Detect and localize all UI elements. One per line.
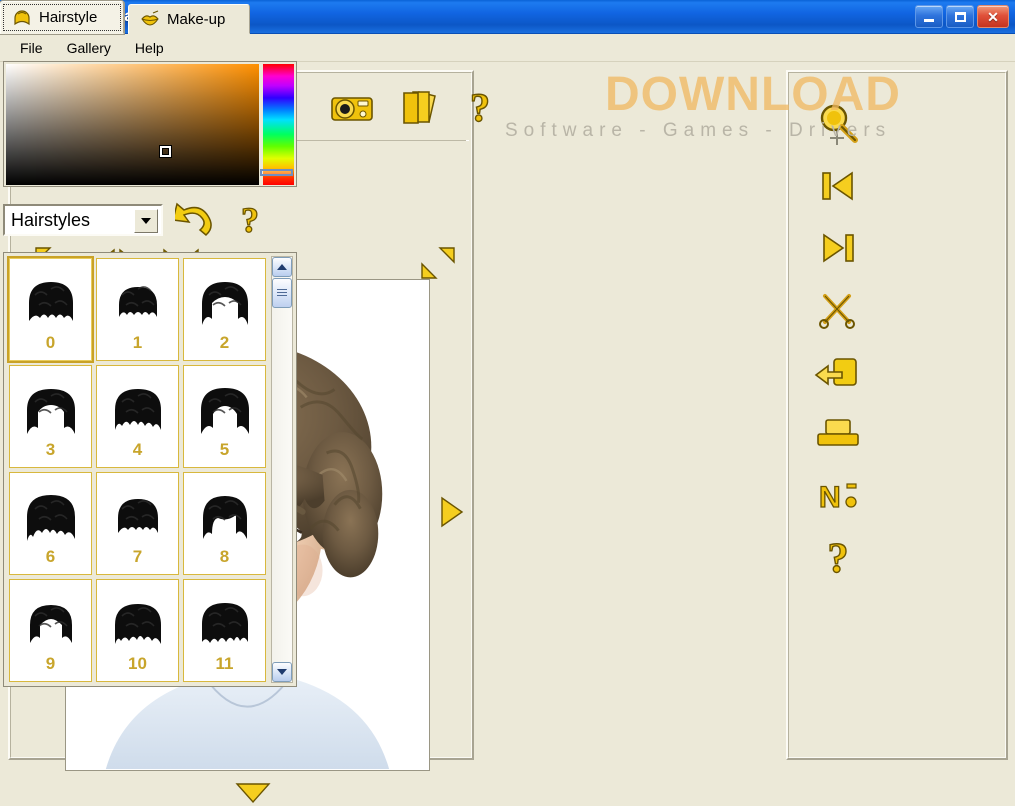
window-controls: ✕ [915,5,1015,28]
minimize-button[interactable] [915,5,943,28]
hairstyle-thumb-spiky-curly-icon [97,366,178,440]
hairstyle-thumb-side-part-icon [184,473,265,547]
scroll-thumb[interactable] [272,278,292,308]
hairstyle-number: 10 [128,654,147,673]
hairstyle-thumb-smooth-bob-icon [10,580,91,654]
menu-bar: File Gallery Help [0,34,1015,62]
hairstyle-number: 7 [132,547,143,566]
hairstyle-number: 5 [219,440,230,459]
hairstyle-number: 4 [132,440,143,459]
hairstyle-number: 9 [45,654,56,673]
svg-text:?: ? [470,86,490,130]
hairstyle-thumb-curly-long-icon [10,366,91,440]
lips-icon [139,8,161,30]
help-button[interactable]: ? [463,85,497,131]
hairstyle-number: 8 [219,547,230,566]
hairstyle-cell-3[interactable]: 3 [9,365,92,468]
hairstyle-number: 0 [45,333,56,352]
hairstyle-thumb-fringe-bob-icon [184,259,265,333]
hairstyle-grid-container: 0 1 2 3 4 5 6 7 8 9 10 11 [3,252,297,687]
grid-scrollbar[interactable] [271,256,293,683]
hairstyle-cell-2[interactable]: 2 [183,258,266,361]
menu-item-help[interactable]: Help [123,37,176,59]
hairstyle-cell-6[interactable]: 6 [9,472,92,575]
close-button[interactable]: ✕ [977,5,1009,28]
tab-makeup-label: Make-up [167,10,226,28]
print-button[interactable] [810,406,866,462]
hairstyle-cell-1[interactable]: 1 [96,258,179,361]
hairstyle-cell-9[interactable]: 9 [9,579,92,682]
svg-text:?: ? [828,536,849,581]
nudge-right-button[interactable] [434,490,468,534]
scroll-up-arrow[interactable] [272,257,292,277]
resize-diagonal-right-button[interactable] [414,242,460,284]
svg-text:?: ? [241,201,259,239]
scissors-cut-button[interactable] [810,282,866,338]
sv-cursor[interactable] [159,145,173,159]
hairstyle-grid: 0 1 2 3 4 5 6 7 8 9 10 11 [7,256,268,683]
hairstyle-cell-11[interactable]: 11 [183,579,266,682]
right-panel: N ? [786,70,1008,760]
camera-capture-button[interactable] [329,85,375,131]
category-selector-row: Hairstyles ? [3,200,297,240]
hairstyle-number: 11 [215,654,234,673]
right-help-button[interactable]: ? [810,530,866,586]
panel-help-button[interactable]: ? [229,201,271,239]
hairstyle-cell-0[interactable]: 0 [9,258,92,361]
center-panel: Hairstyle Make-up Hairstyles ? 0 1 2 3 4… [0,0,300,690]
hairstyle-thumb-curly-crop-icon [97,580,178,654]
hairstyle-thumb-curly-volume-icon [184,366,265,440]
hairstyle-cell-4[interactable]: 4 [96,365,179,468]
gallery-cards-button[interactable] [397,85,441,131]
hairstyle-cell-10[interactable]: 10 [96,579,179,682]
hair-icon [11,7,33,29]
tab-hairstyle-label: Hairstyle [39,9,98,26]
hairstyle-cell-8[interactable]: 8 [183,472,266,575]
hairstyle-number: 1 [132,333,143,352]
hairstyle-thumb-short-bob-icon [97,259,178,333]
category-dropdown-value: Hairstyles [11,209,91,230]
undo-button[interactable] [175,201,217,239]
hairstyle-number: 6 [45,547,56,566]
hairstyle-number: 2 [219,333,230,352]
color-picker [3,61,297,187]
hairstyle-thumb-wavy-short-icon [97,473,178,547]
import-button[interactable] [810,344,866,400]
hairstyle-thumb-afro-fringe-icon [10,473,91,547]
zoom-tool-button[interactable] [810,96,866,152]
next-item-button[interactable] [810,220,866,276]
tab-hairstyle[interactable]: Hairstyle [0,1,124,34]
menu-item-file[interactable]: File [8,37,55,59]
hue-cursor[interactable] [260,168,293,176]
first-item-button[interactable] [810,158,866,214]
tab-makeup[interactable]: Make-up [128,4,250,34]
hairstyle-cell-7[interactable]: 7 [96,472,179,575]
nudge-down-button[interactable] [232,778,274,806]
hairstyle-number: 3 [45,440,56,459]
maximize-button[interactable] [946,5,974,28]
chevron-down-icon[interactable] [134,209,158,233]
category-dropdown[interactable]: Hairstyles [3,204,163,236]
hairstyle-thumb-curly-short-icon [10,259,91,333]
numbering-button[interactable]: N [810,468,866,524]
scroll-down-arrow[interactable] [272,662,292,682]
tab-bar: Hairstyle Make-up [0,0,300,34]
svg-text:N: N [819,481,841,514]
hairstyle-cell-5[interactable]: 5 [183,365,266,468]
hue-strip[interactable] [260,64,294,185]
hairstyle-thumb-thick-bob-icon [184,580,265,654]
saturation-value-box[interactable] [6,64,259,185]
menu-item-gallery[interactable]: Gallery [55,37,123,59]
